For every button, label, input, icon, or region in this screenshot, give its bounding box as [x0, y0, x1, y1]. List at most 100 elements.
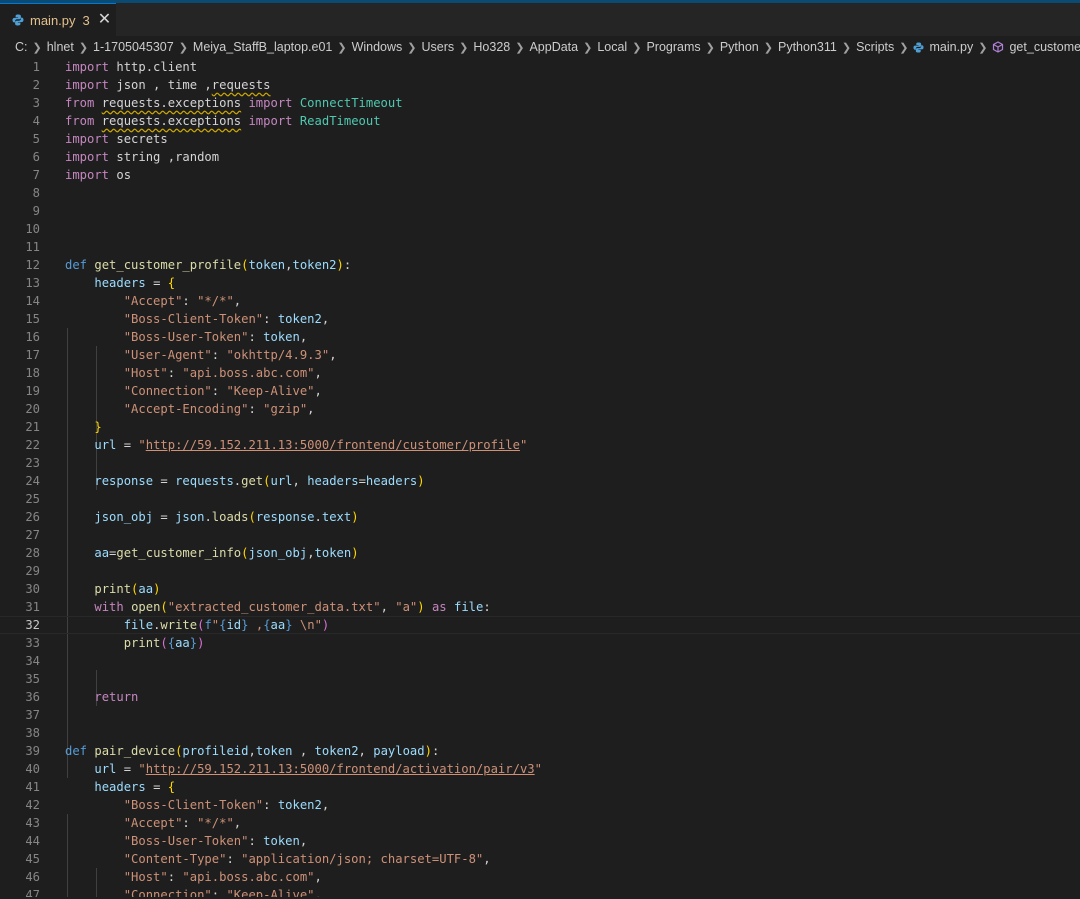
code-line[interactable]: 8	[0, 184, 1080, 202]
code-token: "Boss-Client-Token"	[123, 312, 264, 326]
code-line[interactable]: 16 "Boss-User-Token": token,	[0, 328, 1080, 346]
breadcrumb-item[interactable]: Scripts	[856, 40, 894, 54]
code-line[interactable]: 18 "Host": "api.boss.abc.com",	[0, 364, 1080, 382]
breadcrumb-item[interactable]: Windows	[352, 40, 403, 54]
code-line[interactable]: 42 "Boss-Client-Token": token2,	[0, 796, 1080, 814]
code-line[interactable]: 21 }	[0, 418, 1080, 436]
line-number: 31	[25, 600, 40, 614]
code-line[interactable]: 25	[0, 490, 1080, 508]
code-token: .	[204, 510, 212, 524]
editor-tab-bar: main.py 3 ✕	[0, 3, 1080, 36]
code-token: json	[175, 510, 205, 524]
code-editor[interactable]: 1 import http.client 2 import json , time ,…	[0, 58, 1080, 897]
code-line[interactable]: 47 "Connection": "Keep-Alive",	[0, 886, 1080, 897]
code-line[interactable]: 23	[0, 454, 1080, 472]
code-line[interactable]: 38	[0, 724, 1080, 742]
code-line[interactable]: 20 "Accept-Encoding": "gzip",	[0, 400, 1080, 418]
breadcrumb-item[interactable]: hlnet	[47, 40, 74, 54]
close-icon[interactable]: ✕	[98, 12, 111, 28]
breadcrumb-item[interactable]: C:	[15, 40, 28, 54]
code-token: :	[248, 330, 264, 344]
code-token: "gzip"	[263, 402, 308, 416]
code-token: :	[248, 402, 264, 416]
breadcrumb-separator-icon: ❯	[32, 41, 42, 54]
breadcrumb-item[interactable]: Local	[597, 40, 627, 54]
tab-main-py[interactable]: main.py 3 ✕	[0, 3, 116, 36]
breadcrumb-item[interactable]: Users	[422, 40, 455, 54]
code-line[interactable]: 15 "Boss-Client-Token": token2,	[0, 310, 1080, 328]
code-token: file	[123, 618, 154, 632]
breadcrumb-item[interactable]: 1-1705045307	[93, 40, 174, 54]
code-line[interactable]: 3 from requests.exceptions import Connect…	[0, 94, 1080, 112]
line-number: 7	[32, 168, 40, 182]
code-line[interactable]: 29	[0, 562, 1080, 580]
code-token: as	[431, 600, 447, 614]
code-token: :	[248, 834, 264, 848]
code-text: "Accept": "*/*",	[65, 814, 241, 832]
breadcrumb-item[interactable]: Ho328	[473, 40, 510, 54]
code-token: "api.boss.abc.com"	[182, 366, 315, 380]
breadcrumb-item[interactable]: AppData	[529, 40, 578, 54]
code-token: token	[255, 744, 293, 758]
code-line[interactable]: 26 json_obj = json.loads(response.text)	[0, 508, 1080, 526]
code-line[interactable]: 1 import http.client	[0, 58, 1080, 76]
code-line[interactable]: 4 from requests.exceptions import ReadTim…	[0, 112, 1080, 130]
code-line[interactable]: 36 return	[0, 688, 1080, 706]
code-line[interactable]: 19 "Connection": "Keep-Alive",	[0, 382, 1080, 400]
code-token: token	[248, 258, 286, 272]
code-token: =	[153, 474, 176, 488]
breadcrumb-item[interactable]: Meiya_StaffB_laptop.e01	[193, 40, 332, 54]
code-line[interactable]: 39 def pair_device(profileid,token , toke…	[0, 742, 1080, 760]
code-token: :	[167, 366, 183, 380]
code-token: print	[123, 636, 161, 650]
breadcrumb-item[interactable]: Python	[720, 40, 759, 54]
code-line[interactable]: 35	[0, 670, 1080, 688]
code-line[interactable]: 32 file.write(f"{id} ,{aa} \n")	[0, 616, 1080, 634]
code-line[interactable]: 44 "Boss-User-Token": token,	[0, 832, 1080, 850]
code-token: }	[241, 618, 249, 632]
breadcrumb-separator-icon: ❯	[583, 41, 593, 54]
code-line[interactable]: 45 "Content-Type": "application/json; ch…	[0, 850, 1080, 868]
code-line[interactable]: 7 import os	[0, 166, 1080, 184]
code-line[interactable]: 22 url = "http://59.152.211.13:5000/fron…	[0, 436, 1080, 454]
code-line[interactable]: 27	[0, 526, 1080, 544]
code-line[interactable]: 10	[0, 220, 1080, 238]
code-token: from	[65, 114, 95, 128]
code-line[interactable]: 17 "User-Agent": "okhttp/4.9.3",	[0, 346, 1080, 364]
code-line[interactable]: 11	[0, 238, 1080, 256]
line-number: 23	[25, 456, 40, 470]
line-number: 40	[25, 762, 40, 776]
code-token: (	[160, 636, 168, 650]
code-line[interactable]: 28 aa=get_customer_info(json_obj,token)	[0, 544, 1080, 562]
code-line[interactable]: 2 import json , time ,requests	[0, 76, 1080, 94]
code-line[interactable]: 33 print({aa})	[0, 634, 1080, 652]
code-line[interactable]: 13 headers = {	[0, 274, 1080, 292]
code-line[interactable]: 5 import secrets	[0, 130, 1080, 148]
code-token: response	[94, 474, 154, 488]
code-line[interactable]: 43 "Accept": "*/*",	[0, 814, 1080, 832]
code-line[interactable]: 12 def get_customer_profile(token,token2)…	[0, 256, 1080, 274]
code-line[interactable]: 37	[0, 706, 1080, 724]
code-line[interactable]: 14 "Accept": "*/*",	[0, 292, 1080, 310]
breadcrumb-separator-icon: ❯	[763, 41, 773, 54]
breadcrumb-item[interactable]: Python311	[778, 40, 837, 54]
breadcrumb-separator-icon: ❯	[978, 41, 988, 54]
breadcrumb-file[interactable]: main.py	[929, 40, 973, 54]
code-line[interactable]: 30 print(aa)	[0, 580, 1080, 598]
code-line[interactable]: 24 response = requests.get(url, headers=…	[0, 472, 1080, 490]
code-line[interactable]: 46 "Host": "api.boss.abc.com",	[0, 868, 1080, 886]
code-line[interactable]: 31 with open("extracted_customer_data.tx…	[0, 598, 1080, 616]
code-line[interactable]: 40 url = "http://59.152.211.13:5000/fron…	[0, 760, 1080, 778]
code-token: "	[519, 438, 528, 452]
breadcrumb-item[interactable]: Programs	[646, 40, 700, 54]
code-line[interactable]: 9	[0, 202, 1080, 220]
code-line[interactable]: 6 import string ,random	[0, 148, 1080, 166]
code-token: http.client	[109, 60, 198, 74]
code-token: ,	[292, 474, 308, 488]
breadcrumb-symbol[interactable]: get_customer_profile	[1009, 40, 1080, 54]
code-line[interactable]: 41 headers = {	[0, 778, 1080, 796]
code-line[interactable]: 34	[0, 652, 1080, 670]
